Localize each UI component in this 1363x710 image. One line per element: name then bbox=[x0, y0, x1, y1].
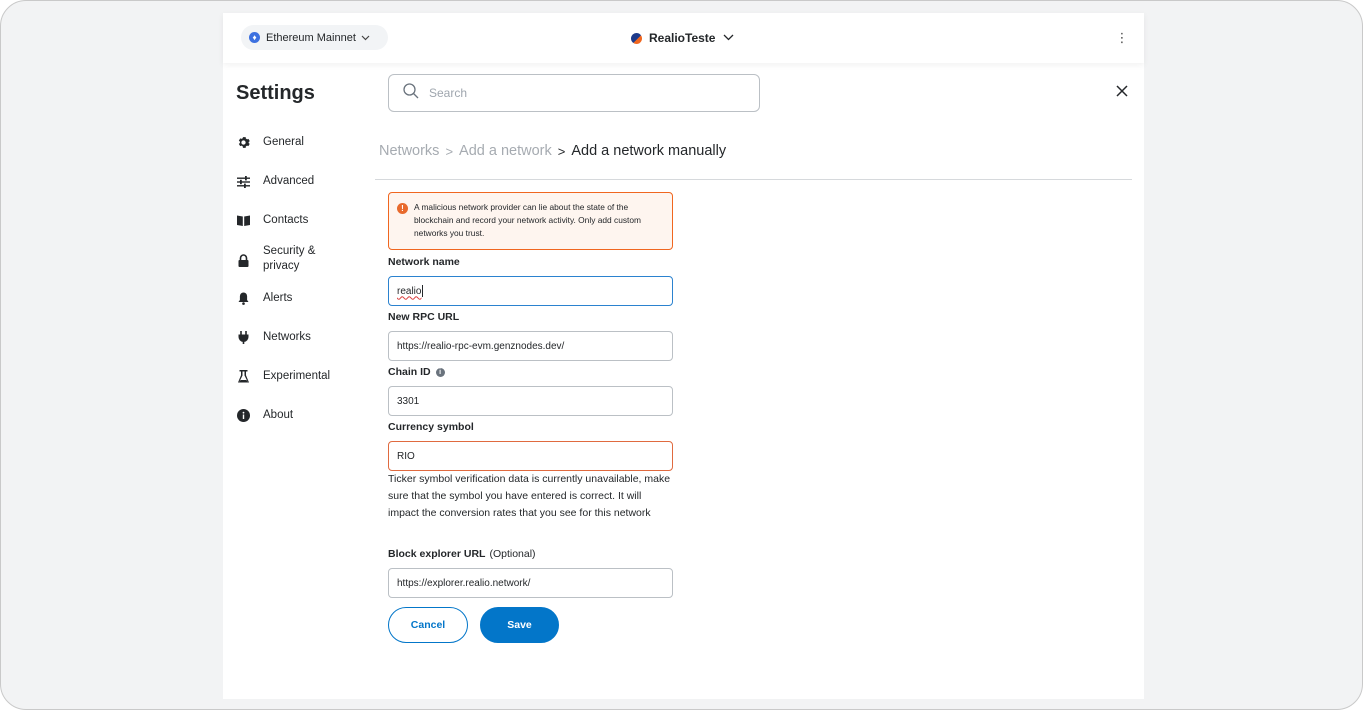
chevron-down-icon bbox=[361, 33, 370, 43]
sidebar-item-label: Alerts bbox=[263, 292, 293, 304]
label-text: Currency symbol bbox=[388, 421, 474, 433]
info-icon[interactable]: i bbox=[435, 367, 445, 377]
chain-id-label: Chain ID i bbox=[388, 366, 445, 378]
sidebar-item-security[interactable]: Security & privacy bbox=[236, 244, 366, 274]
bell-icon bbox=[236, 292, 250, 306]
label-text: Chain ID bbox=[388, 366, 431, 378]
breadcrumb: Networks > Add a network > Add a network… bbox=[379, 143, 726, 159]
optional-tag: (Optional) bbox=[489, 548, 536, 560]
breadcrumb-current: Add a network manually bbox=[571, 143, 727, 159]
search-placeholder: Search bbox=[429, 86, 468, 100]
plug-icon bbox=[236, 331, 250, 345]
close-icon[interactable] bbox=[1114, 83, 1130, 99]
ethereum-icon: ♦ bbox=[249, 32, 260, 43]
sidebar-item-label: Contacts bbox=[263, 214, 309, 226]
warning-banner: ! A malicious network provider can lie a… bbox=[388, 192, 673, 250]
sidebar-item-advanced[interactable]: Advanced bbox=[236, 174, 366, 189]
save-button[interactable]: Save bbox=[480, 607, 559, 643]
breadcrumb-networks[interactable]: Networks bbox=[379, 143, 439, 159]
currency-symbol-field[interactable]: RIO bbox=[388, 441, 673, 471]
page-title: Settings bbox=[236, 82, 315, 104]
currency-symbol-value: RIO bbox=[397, 450, 415, 462]
sidebar-item-contacts[interactable]: Contacts bbox=[236, 213, 366, 228]
currency-symbol-label: Currency symbol bbox=[388, 421, 474, 433]
flask-icon bbox=[236, 370, 250, 384]
breadcrumb-separator: > bbox=[445, 143, 454, 159]
book-icon bbox=[236, 214, 250, 228]
chevron-down-icon bbox=[723, 32, 734, 44]
network-name-field[interactable]: realio bbox=[388, 276, 673, 306]
cancel-button[interactable]: Cancel bbox=[388, 607, 468, 643]
browser-frame: ♦ Ethereum Mainnet RealioTeste ⋮ Setting… bbox=[0, 0, 1363, 710]
sidebar-item-alerts[interactable]: Alerts bbox=[236, 291, 366, 306]
kebab-menu-icon[interactable]: ⋮ bbox=[1116, 29, 1129, 47]
network-name-label: Network name bbox=[388, 256, 460, 268]
search-input[interactable]: Search bbox=[388, 74, 760, 112]
sidebar-item-label: Networks bbox=[263, 331, 311, 343]
sidebar-item-experimental[interactable]: Experimental bbox=[236, 369, 366, 384]
rpc-url-field[interactable]: https://realio-rpc-evm.genznodes.dev/ bbox=[388, 331, 673, 361]
sidebar-item-label: About bbox=[263, 409, 294, 421]
account-selector[interactable]: RealioTeste bbox=[631, 28, 734, 48]
text-caret bbox=[422, 285, 424, 297]
label-text: New RPC URL bbox=[388, 311, 460, 323]
network-name-value: realio bbox=[397, 285, 422, 297]
sidebar-item-networks[interactable]: Networks bbox=[236, 330, 366, 345]
breadcrumb-separator: > bbox=[557, 143, 566, 159]
rpc-url-label: New RPC URL bbox=[388, 311, 459, 323]
sidebar-item-about[interactable]: About bbox=[236, 408, 366, 423]
sidebar-item-label: Security & privacy bbox=[263, 245, 316, 272]
chain-id-field[interactable]: 3301 bbox=[388, 386, 673, 416]
rpc-url-value: https://realio-rpc-evm.genznodes.dev/ bbox=[397, 340, 565, 352]
sidebar-item-label: General bbox=[263, 136, 304, 148]
block-explorer-label: Block explorer URL (Optional) bbox=[388, 548, 536, 560]
label-text: Network name bbox=[388, 256, 460, 268]
chain-id-value: 3301 bbox=[397, 395, 420, 407]
warning-icon: ! bbox=[397, 203, 408, 214]
app-header: ♦ Ethereum Mainnet RealioTeste ⋮ bbox=[223, 13, 1144, 63]
account-avatar bbox=[631, 32, 642, 44]
info-icon bbox=[236, 409, 250, 423]
sidebar-item-label: Advanced bbox=[263, 175, 315, 187]
account-name: RealioTeste bbox=[649, 31, 716, 45]
search-icon bbox=[403, 82, 419, 104]
network-label: Ethereum Mainnet bbox=[266, 31, 356, 44]
sidebar-item-label: Experimental bbox=[263, 370, 331, 382]
block-explorer-field[interactable]: https://explorer.realio.network/ bbox=[388, 568, 673, 598]
sliders-icon bbox=[236, 175, 250, 189]
block-explorer-value: https://explorer.realio.network/ bbox=[397, 577, 531, 589]
gear-icon bbox=[236, 136, 250, 150]
sidebar-item-general[interactable]: General bbox=[236, 135, 366, 150]
network-selector[interactable]: ♦ Ethereum Mainnet bbox=[241, 25, 388, 50]
label-text: Block explorer URL bbox=[388, 548, 486, 560]
warning-text: A malicious network provider can lie abo… bbox=[414, 202, 642, 238]
divider bbox=[375, 179, 1132, 180]
metamask-window: ♦ Ethereum Mainnet RealioTeste ⋮ Setting… bbox=[223, 13, 1144, 699]
breadcrumb-add-network[interactable]: Add a network bbox=[459, 143, 552, 159]
currency-symbol-help: Ticker symbol verification data is curre… bbox=[388, 473, 671, 519]
lock-icon bbox=[236, 253, 250, 267]
